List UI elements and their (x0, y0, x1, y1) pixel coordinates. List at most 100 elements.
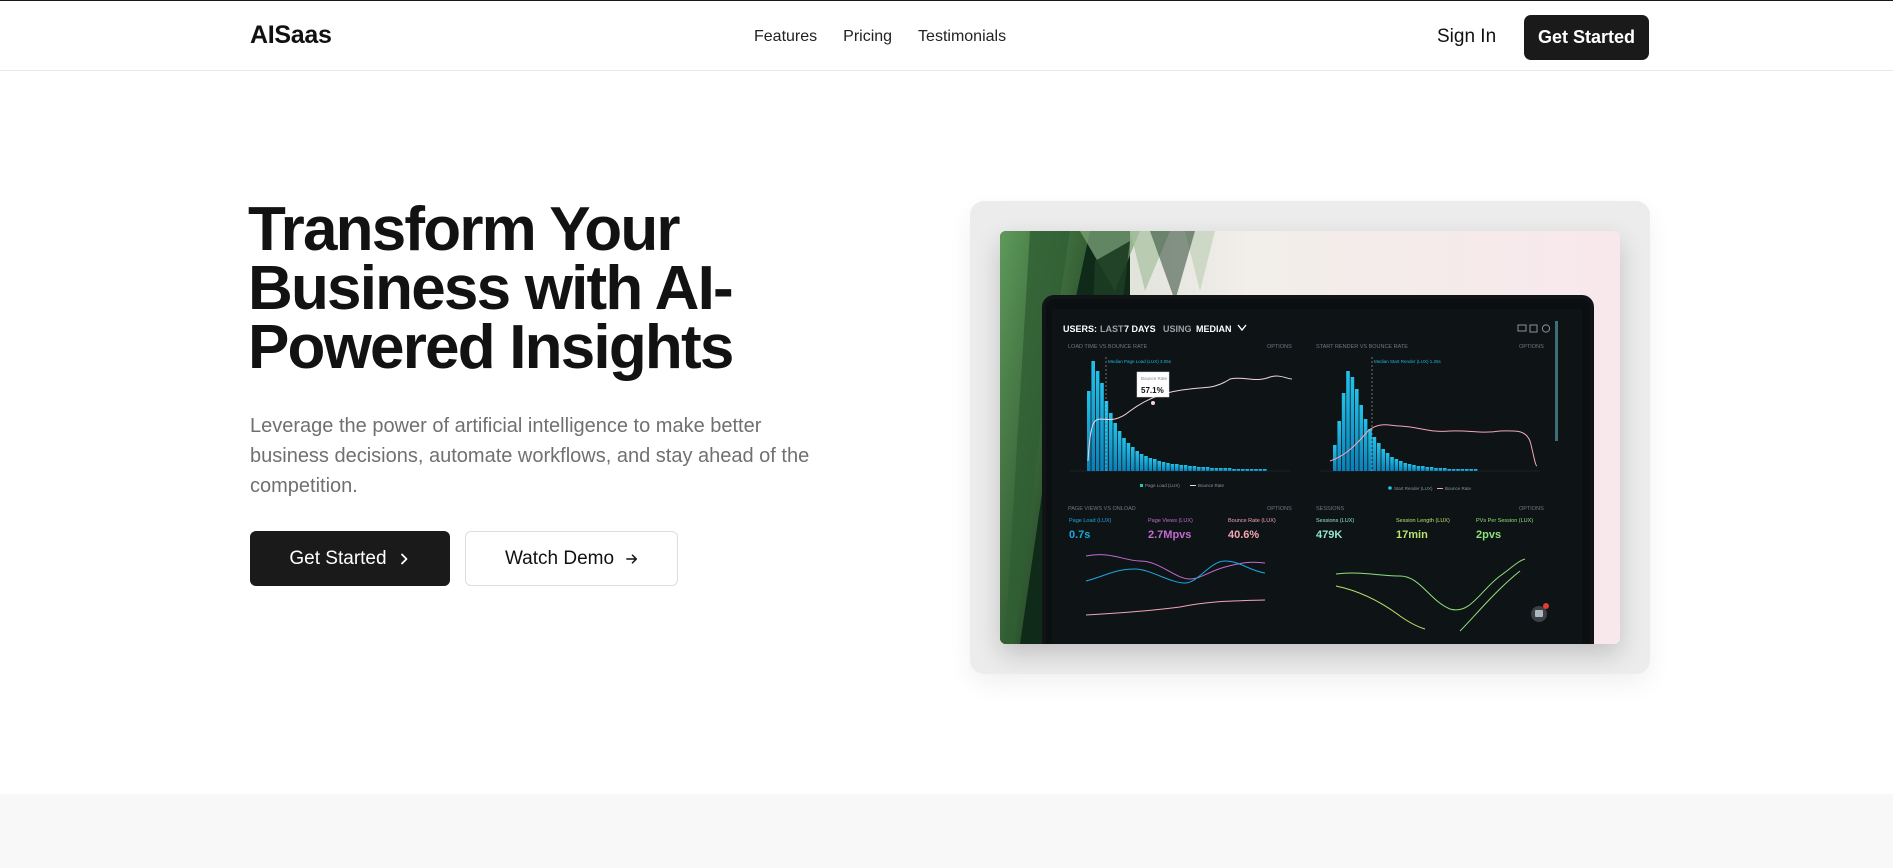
dash-histogram-bar (1192, 466, 1197, 471)
dash-histogram-bar (1434, 468, 1438, 471)
dash-histogram-bar (1223, 468, 1227, 471)
watch-demo-button[interactable]: Watch Demo (465, 531, 678, 586)
dash-histogram-bar (1350, 377, 1355, 471)
dash-histogram-bar (1205, 467, 1210, 471)
dash-histogram-bar (1254, 469, 1258, 471)
dash-metric-3-label: Bounce Rate (LUX) (1228, 518, 1276, 524)
dash-histogram-bar (1258, 469, 1263, 471)
dash-histogram-bar (1210, 468, 1214, 471)
dash-histogram-bar (1153, 459, 1157, 471)
hero-get-started-label: Get Started (289, 547, 387, 569)
dash-metric-4-label: Sessions (LUX) (1316, 518, 1354, 524)
dash-metric-3-value: 40.6% (1228, 529, 1259, 541)
main-nav: Features Pricing Testimonials (754, 28, 1006, 46)
dash-histogram-bar (1117, 431, 1122, 471)
sign-in-link[interactable]: Sign In (1437, 26, 1496, 48)
dash-histogram-bar (1166, 463, 1170, 471)
dash-histogram-bar (1104, 401, 1109, 471)
dash-histogram-bar (1443, 468, 1447, 471)
dash-title-prefix: USERS: (1063, 324, 1097, 334)
dash-panel3-title: PAGE VIEWS VS ONLOAD (1068, 506, 1136, 512)
dash-histogram-bar (1095, 371, 1100, 471)
nav-link-features[interactable]: Features (754, 28, 817, 46)
dash-histogram-bar (1460, 469, 1465, 471)
dash-tooltip-value: 57.1% (1141, 386, 1164, 395)
dash-histogram-bar (1131, 447, 1135, 471)
dash-histogram-bar (1469, 469, 1473, 471)
watch-demo-label: Watch Demo (504, 547, 615, 569)
dash-panel1-title: LOAD TIME VS BOUNCE RATE (1068, 344, 1148, 350)
dash-histogram-bar (1456, 469, 1460, 471)
dash-histogram-bar (1100, 383, 1104, 471)
dash-metric-5-label: Session Length (LUX) (1396, 518, 1450, 524)
dash-histogram-bar (1346, 371, 1350, 471)
dash-panel4-options: OPTIONS (1519, 506, 1544, 512)
dash-histogram-bar (1363, 419, 1368, 471)
dash-histogram-bar (1135, 451, 1139, 471)
dash-histogram-bar (1465, 469, 1469, 471)
dash-median-1: Median Page Load (LUX) 3.05s (1108, 359, 1172, 364)
dash-histogram-bar (1451, 469, 1456, 471)
dash-histogram-bar (1407, 464, 1412, 471)
dash-panel1-options: OPTIONS (1267, 344, 1292, 350)
dash-histogram-bar (1157, 461, 1161, 471)
dash-histogram-bar (1197, 467, 1201, 471)
dash-histogram-bar (1377, 443, 1381, 471)
dash-histogram-bar (1179, 465, 1183, 471)
dash-metric-1-label: Page Load (LUX) (1069, 518, 1112, 524)
dash-histogram-bar (1201, 467, 1205, 471)
dash-histogram-bar (1263, 469, 1267, 471)
dash-histogram-bar (1355, 389, 1359, 471)
dash-histogram-bar (1473, 469, 1478, 471)
next-section-band (0, 794, 1893, 868)
dash-histogram-bar (1394, 459, 1399, 471)
dash-metric-6-label: PVs Per Session (LUX) (1476, 518, 1533, 524)
header-get-started-button[interactable]: Get Started (1524, 15, 1649, 60)
dash-histogram-bar (1087, 391, 1091, 471)
dash-histogram-bar (1429, 467, 1434, 471)
dash-histogram-bar (1170, 464, 1175, 471)
dash-histogram-bar (1188, 466, 1192, 471)
nav-link-testimonials[interactable]: Testimonials (918, 28, 1006, 46)
nav-link-pricing[interactable]: Pricing (843, 28, 892, 46)
dash-legend-2a: Start Render (LUX) (1394, 486, 1433, 491)
dash-histogram-bar (1144, 456, 1148, 471)
dashboard-photo: USERS: LAST 7 DAYS USING MEDIAN LOAD TIM… (1000, 231, 1620, 644)
dash-metric-5-value: 17min (1396, 529, 1428, 541)
hero-title: Transform Your Business with AI-Powered … (248, 195, 734, 382)
dash-histogram-bar (1399, 461, 1403, 471)
dash-histogram-bar (1381, 449, 1385, 471)
dash-metric-6-value: 2pvs (1476, 529, 1501, 541)
dash-histogram-bar (1122, 438, 1126, 471)
dash-histogram-bar (1175, 464, 1179, 471)
dash-histogram-bar (1416, 466, 1421, 471)
dash-legend-1a: Page Load (LUX) (1145, 483, 1180, 488)
arrow-right-icon (626, 552, 638, 566)
dash-panel2-title: START RENDER VS BOUNCE RATE (1316, 344, 1408, 350)
dash-histogram-bar (1372, 437, 1377, 471)
dash-panel3-options: OPTIONS (1267, 506, 1292, 512)
dash-metric-4-value: 479K (1316, 529, 1342, 541)
dash-histogram-bar (1139, 454, 1144, 471)
dash-title-last: LAST (1100, 324, 1124, 334)
dash-title-using: USING (1163, 324, 1192, 334)
dash-panel4-title: SESSIONS (1316, 506, 1344, 512)
dash-histogram-bar (1214, 468, 1219, 471)
dash-histogram-bar (1113, 423, 1117, 471)
hero-get-started-button[interactable]: Get Started (250, 531, 450, 586)
dash-histogram-bar (1161, 462, 1166, 471)
dash-histogram-bar (1390, 457, 1394, 471)
dash-histogram-bar (1421, 466, 1425, 471)
dash-title-median: MEDIAN (1196, 324, 1232, 334)
dash-histogram-bar (1232, 469, 1236, 471)
dash-histogram-bar (1219, 468, 1223, 471)
brand-logo[interactable]: AISaas (250, 21, 332, 50)
dash-histogram-bar (1245, 469, 1249, 471)
dash-histogram-bar (1227, 468, 1232, 471)
dash-median-2: Median Start Render (LUX) 1.25s (1374, 359, 1442, 364)
dash-legend-2b: Bounce Rate (1445, 486, 1472, 491)
dash-metric-1-value: 0.7s (1069, 529, 1090, 541)
dash-histogram-bar (1109, 413, 1113, 471)
dash-histogram-bar (1412, 465, 1416, 471)
dash-panel2-options: OPTIONS (1519, 344, 1544, 350)
